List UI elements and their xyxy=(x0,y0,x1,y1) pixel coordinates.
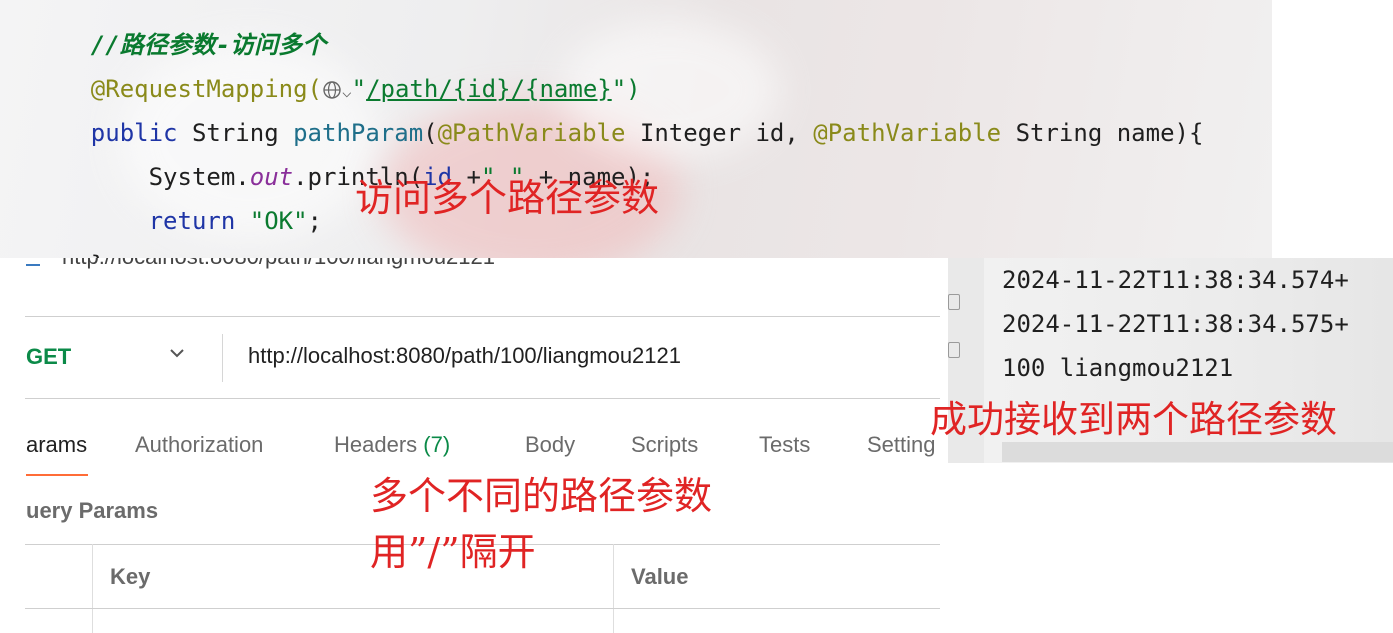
param-name: String name){ xyxy=(1001,119,1204,147)
tab-authorization[interactable]: Authorization xyxy=(135,432,263,458)
path-variable-annotation: @PathVariable xyxy=(813,119,1002,147)
divider xyxy=(25,398,940,399)
horizontal-scrollbar[interactable] xyxy=(1002,442,1393,462)
tab-headers[interactable]: Headers (7) xyxy=(334,432,450,458)
ok-string: "OK" xyxy=(249,207,308,235)
active-tab-indicator xyxy=(26,474,88,476)
column-header-key: Key xyxy=(110,564,151,589)
annotation-visit-multiple: 访问多个路径参数 xyxy=(355,176,660,220)
console-log-line: 2024-11-22T11:38:34.575+ xyxy=(1002,310,1349,338)
table-column-divider xyxy=(92,544,93,633)
console-output-line: 100 liangmou2121 xyxy=(1002,354,1234,382)
scroll-icon[interactable] xyxy=(948,342,960,358)
tab-tests[interactable]: Tests xyxy=(759,432,810,458)
tab-settings[interactable]: Setting xyxy=(867,432,936,458)
tab-body[interactable]: Body xyxy=(525,432,575,458)
table-column-divider xyxy=(613,544,614,633)
request-tab-icon xyxy=(26,258,40,266)
http-method-selector[interactable]: GET xyxy=(26,344,71,370)
keyword-return: return xyxy=(90,207,250,235)
semicolon: ; xyxy=(307,207,322,235)
annotation-separator-line1: 多个不同的路径参数 xyxy=(370,474,713,518)
tab-params[interactable]: arams xyxy=(26,432,87,458)
code-closing-brace-line: } xyxy=(33,220,105,258)
tab-scripts[interactable]: Scripts xyxy=(631,432,698,458)
tab-headers-label: Headers xyxy=(334,432,424,457)
query-params-title: uery Params xyxy=(26,498,159,523)
annotation-separator-line2: 用”/”隔开 xyxy=(370,530,536,574)
code-editor-panel: //路径参数-访问多个 @RequestMapping(⌵"/path/{id}… xyxy=(0,0,1272,258)
column-header-value: Value xyxy=(631,564,689,589)
wrap-icon[interactable] xyxy=(948,294,960,310)
url-input[interactable]: http://localhost:8080/path/100/liangmou2… xyxy=(248,343,681,369)
headers-count-badge: (7) xyxy=(423,432,451,457)
divider xyxy=(222,334,223,382)
table-row-border xyxy=(25,608,940,609)
closing-brace: } xyxy=(91,251,105,258)
divider xyxy=(25,316,940,317)
chevron-down-icon[interactable] xyxy=(166,342,188,364)
annotation-received-two: 成功接收到两个路径参数 xyxy=(930,398,1337,441)
postman-request-panel: http://localhost:8080/path/100/liangmou2… xyxy=(0,258,940,633)
request-tab-title[interactable]: http://localhost:8080/path/100/liangmou2… xyxy=(62,258,495,270)
console-log-line: 2024-11-22T11:38:34.574+ xyxy=(1002,266,1349,294)
